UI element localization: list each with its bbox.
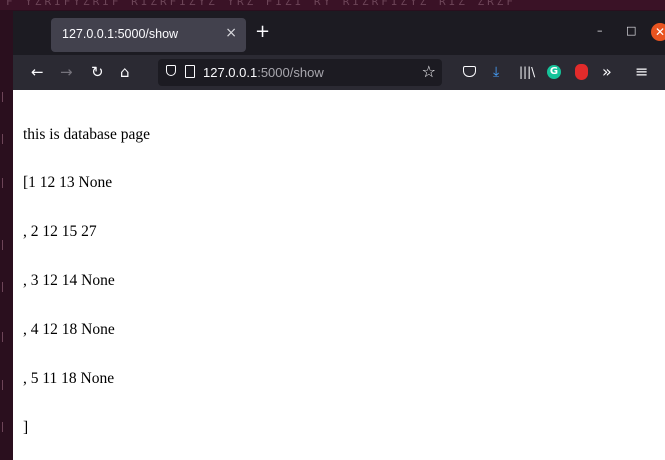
url-path: :5000/show (257, 65, 324, 80)
record-line: ] (23, 418, 29, 436)
page-text: this is database page [1 12 13 None , 2 … (23, 94, 150, 460)
url-bar[interactable]: 127.0.0.1:5000/show ☆ (158, 59, 442, 86)
reload-icon[interactable]: ↻ (91, 63, 104, 81)
overflow-icon[interactable]: » (602, 63, 612, 81)
window-close-button[interactable]: ✕ (651, 23, 665, 41)
navigation-toolbar: ← → ↻ ⌂ 127.0.0.1:5000/show ☆ ⤓ |||\ G »… (13, 55, 665, 90)
page-content: this is database page [1 12 13 None , 2 … (13, 90, 665, 460)
library-icon[interactable]: |||\ (519, 63, 535, 81)
desktop-background: F YZRIFYZRIF RIZRFIZYZ YRZ FIZI RY RIZRF… (0, 0, 665, 10)
arrow-right-icon[interactable]: → (60, 63, 73, 81)
browser-window: 127.0.0.1:5000/show × + – □ ✕ ← → ↻ ⌂ 12… (13, 11, 665, 460)
tracking-shield-icon[interactable] (166, 65, 176, 76)
record-line: [1 12 13 None (23, 174, 113, 192)
url-text[interactable]: 127.0.0.1:5000/show (203, 65, 324, 80)
arrow-left-icon[interactable]: ← (31, 63, 44, 81)
tab-bar: 127.0.0.1:5000/show × + – □ ✕ (13, 11, 665, 55)
bookmark-star-icon[interactable]: ☆ (422, 62, 436, 81)
menu-icon[interactable]: ≡ (635, 63, 648, 81)
download-icon[interactable]: ⤓ (493, 63, 499, 81)
record-line: , 2 12 15 27 (23, 223, 97, 241)
tab-close-icon[interactable]: × (225, 25, 237, 41)
tab-active[interactable]: 127.0.0.1:5000/show × (51, 18, 246, 52)
minimize-button[interactable]: – (597, 24, 603, 37)
tab-title: 127.0.0.1:5000/show (62, 27, 179, 41)
url-host: 127.0.0.1 (203, 65, 258, 80)
maximize-button[interactable]: □ (626, 24, 636, 37)
new-tab-button[interactable]: + (255, 23, 270, 41)
ublock-icon[interactable] (575, 64, 588, 80)
desktop-left-edge (0, 10, 13, 460)
grammarly-icon[interactable]: G (547, 65, 561, 79)
record-line: , 4 12 18 None (23, 321, 115, 339)
pocket-icon[interactable] (463, 66, 476, 77)
record-line: , 5 11 18 None (23, 370, 115, 388)
page-info-icon[interactable] (185, 65, 195, 78)
record-line: , 3 12 14 None (23, 272, 115, 290)
page-heading-line: this is database page (23, 125, 150, 143)
home-icon[interactable]: ⌂ (120, 63, 130, 81)
